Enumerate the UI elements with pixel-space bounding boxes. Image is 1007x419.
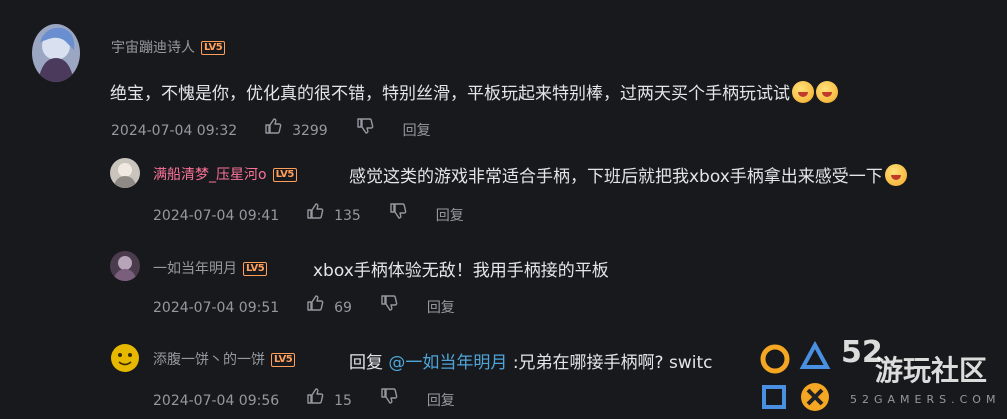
- reply-text: xbox手柄体验无敌！我用手柄接的平板: [313, 256, 609, 281]
- reply-button[interactable]: 回复: [427, 297, 455, 317]
- comment-username[interactable]: 宇宙蹦迪诗人 LV5: [111, 37, 226, 57]
- username-text[interactable]: 宇宙蹦迪诗人: [111, 40, 195, 56]
- reply-username[interactable]: 满船清梦_压星河o LV5: [153, 164, 297, 184]
- comment-time: 2024-07-04 09:32: [111, 123, 238, 139]
- thumb-up-icon[interactable]: [264, 117, 282, 135]
- emoji-face-icon: [816, 81, 838, 103]
- watermark-logo: 52 游玩社区 52GAMERS.COM: [755, 335, 1005, 417]
- like-count: 15: [334, 393, 352, 409]
- comment-meta: 2024-07-04 09:32 3299 回复: [111, 117, 431, 140]
- reply-meta: 2024-07-04 09:41 135 回复: [153, 202, 464, 225]
- level-badge: LV5: [272, 168, 297, 182]
- thumb-up-icon[interactable]: [306, 202, 324, 220]
- level-badge: LV5: [243, 262, 268, 276]
- reply-prefix: 回复: [349, 353, 383, 373]
- gamepad-buttons-icon: [760, 340, 831, 411]
- reply-body: 感觉这类的游戏非常适合手柄，下班后就把我xbox手柄拿出来感受一下: [349, 167, 883, 187]
- reply-meta: 2024-07-04 09:56 15 回复: [153, 387, 455, 410]
- thumb-up-icon[interactable]: [306, 294, 324, 312]
- username-text[interactable]: 添腹一饼丶的一饼: [153, 352, 265, 368]
- thumb-down-icon[interactable]: [380, 387, 398, 405]
- mention-link[interactable]: @一如当年明月: [388, 353, 507, 373]
- username-text[interactable]: 一如当年明月: [153, 261, 237, 277]
- avatar[interactable]: [32, 24, 80, 82]
- emoji-face-icon: [792, 81, 814, 103]
- emoji-face-icon: [884, 164, 907, 186]
- avatar[interactable]: [110, 343, 140, 373]
- reply-time: 2024-07-04 09:56: [153, 393, 280, 409]
- username-text[interactable]: 满船清梦_压星河o: [153, 167, 267, 183]
- thumb-down-icon[interactable]: [380, 294, 398, 312]
- reply-button[interactable]: 回复: [427, 390, 455, 410]
- reply-time: 2024-07-04 09:41: [153, 208, 280, 224]
- thumb-down-icon[interactable]: [389, 202, 407, 220]
- reply-button[interactable]: 回复: [403, 120, 431, 140]
- avatar[interactable]: [110, 251, 140, 281]
- comment-text: 绝宝，不愧是你，优化真的很不错，特别丝滑，平板玩起来特别棒，过两天买个手柄玩试试: [110, 79, 838, 104]
- reply-username[interactable]: 一如当年明月 LV5: [153, 258, 268, 278]
- reply-button[interactable]: 回复: [436, 205, 464, 225]
- reply-meta: 2024-07-04 09:51 69 回复: [153, 294, 455, 317]
- reply-text: 感觉这类的游戏非常适合手柄，下班后就把我xbox手柄拿出来感受一下: [349, 162, 907, 187]
- level-badge: LV5: [201, 41, 226, 55]
- watermark-site: 52GAMERS.COM: [850, 393, 1001, 406]
- reply-time: 2024-07-04 09:51: [153, 300, 280, 316]
- reply-body: :兄弟在哪接手柄啊? switc: [512, 353, 713, 373]
- avatar[interactable]: [110, 158, 140, 188]
- reply-text: 回复 @一如当年明月 :兄弟在哪接手柄啊? switc: [349, 348, 712, 373]
- like-count: 69: [334, 300, 352, 316]
- level-badge: LV5: [271, 353, 296, 367]
- reply-username[interactable]: 添腹一饼丶的一饼 LV5: [153, 349, 296, 369]
- thumb-up-icon[interactable]: [306, 387, 324, 405]
- like-count: 3299: [292, 123, 328, 139]
- thumb-down-icon[interactable]: [356, 117, 374, 135]
- reply-body: xbox手柄体验无敌！我用手柄接的平板: [313, 261, 609, 281]
- like-count: 135: [334, 208, 361, 224]
- watermark-title: 游玩社区: [875, 354, 988, 387]
- comment-body: 绝宝，不愧是你，优化真的很不错，特别丝滑，平板玩起来特别棒，过两天买个手柄玩试试: [110, 84, 790, 104]
